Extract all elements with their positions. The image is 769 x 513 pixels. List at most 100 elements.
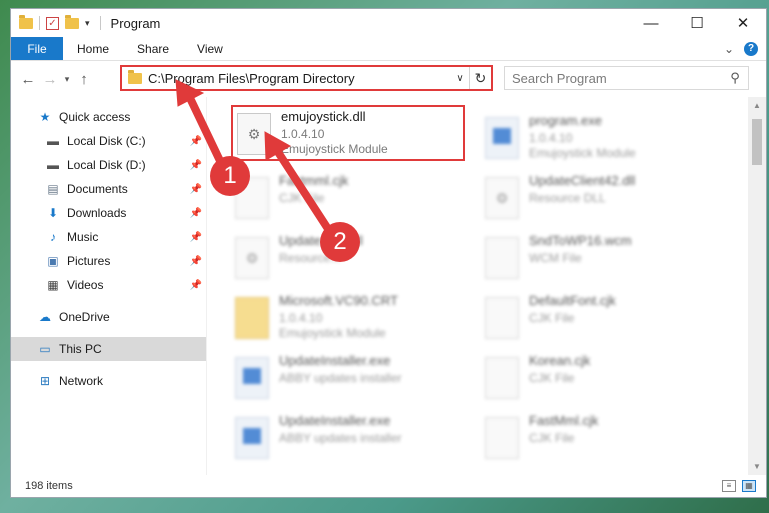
documents-icon: ▤	[47, 182, 59, 196]
up-icon[interactable]: ↑	[73, 71, 95, 88]
quick-access-toolbar: ✓ ▾	[19, 14, 90, 30]
file-item[interactable]: UpdateInstaller.exe ABBY updates install…	[235, 351, 471, 407]
sidebar-item-downloads[interactable]: ⬇ Downloads 📌	[11, 201, 206, 225]
help-icon[interactable]: ?	[744, 41, 758, 56]
sidebar-item-label: OneDrive	[59, 310, 110, 324]
pin-icon: 📌	[189, 135, 202, 147]
file-item[interactable]: UpdateInstaller.exe ABBY updates install…	[235, 411, 471, 467]
pin-icon: 📌	[189, 183, 202, 195]
file-item[interactable]: DefaultFont.cjk CJK File	[485, 291, 721, 347]
exe-file-icon	[235, 417, 269, 459]
back-icon[interactable]: ←	[17, 71, 39, 88]
tab-view[interactable]: View	[183, 37, 237, 60]
refresh-icon[interactable]: ↻	[469, 67, 491, 89]
file-description: Emujoystick Module	[529, 146, 636, 160]
navigation-pane: ★ Quick access ▬ Local Disk (C:) 📌 ▬ Loc…	[11, 97, 207, 475]
file-item[interactable]: program.exe 1.0.4.10 Emujoystick Module	[485, 111, 721, 167]
tab-share[interactable]: Share	[123, 37, 183, 60]
file-type: CJK File	[279, 191, 325, 205]
file-item[interactable]: Fastmml.cjk CJK File	[235, 171, 471, 227]
chevron-down-icon[interactable]: ∨	[451, 73, 469, 84]
pin-icon: 📌	[189, 279, 202, 291]
sidebar-item-network[interactable]: ⊞ Network	[11, 369, 206, 393]
file-type: CJK File	[529, 371, 575, 385]
file-description: Emujoystick Module	[281, 142, 388, 156]
minimize-button[interactable]: —	[628, 9, 674, 37]
sidebar-item-videos[interactable]: ▦ Videos 📌	[11, 273, 206, 297]
file-item[interactable]: ⚙ UpdateClient42.dll Resource DLL	[485, 171, 721, 227]
sidebar-item-quick-access[interactable]: ★ Quick access	[11, 105, 206, 129]
recent-locations-icon[interactable]: ▾	[61, 74, 73, 85]
sidebar-item-label: Local Disk (D:)	[67, 158, 146, 172]
ribbon-tabs: File Home Share View ⌄ ?	[11, 37, 766, 61]
title-divider	[99, 16, 101, 30]
computer-icon: ▭	[39, 342, 51, 356]
drive-icon: ▬	[47, 158, 59, 172]
scroll-thumb[interactable]	[752, 119, 762, 165]
file-version: 1.0.4.10	[281, 127, 325, 141]
sidebar-item-label: Videos	[67, 278, 104, 292]
sidebar-item-music[interactable]: ♪ Music 📌	[11, 225, 206, 249]
address-path[interactable]: C:\Program Files\Program Directory	[148, 71, 451, 86]
tiles-view-icon[interactable]: ▦	[742, 480, 756, 492]
file-version: 1.0.4.10	[279, 311, 323, 325]
callout-badge-1: 1	[210, 156, 250, 196]
sidebar-item-documents[interactable]: ▤ Documents 📌	[11, 177, 206, 201]
maximize-button[interactable]: ☐	[674, 9, 720, 37]
forward-icon[interactable]: →	[39, 71, 61, 88]
file-item[interactable]: FastMml.cjk CJK File	[485, 411, 721, 467]
tab-home[interactable]: Home	[63, 37, 123, 60]
sidebar-item-pictures[interactable]: ▣ Pictures 📌	[11, 249, 206, 273]
file-item-emujoystick-dll[interactable]: ⚙ emujoystick.dll 1.0.4.10 Emujoystick M…	[231, 105, 465, 161]
status-bar: 198 items ≡ ▦	[11, 475, 766, 497]
exe-file-icon	[235, 357, 269, 399]
videos-icon: ▦	[47, 278, 59, 292]
file-name: program.exe	[529, 113, 602, 128]
sidebar-item-label: Quick access	[59, 110, 131, 124]
file-name: DefaultFont.cjk	[529, 293, 616, 308]
tab-file[interactable]: File	[11, 37, 63, 60]
view-switcher: ≡ ▦	[722, 480, 766, 492]
file-version: 1.0.4.10	[529, 131, 573, 145]
file-name: FastMml.cjk	[529, 413, 599, 428]
explorer-window: ✓ ▾ Program — ☐ ✕ File Home Share View ⌄…	[10, 8, 767, 498]
file-item[interactable]: Microsoft.VC90.CRT 1.0.4.10 Emujoystick …	[235, 291, 471, 347]
window-controls: — ☐ ✕	[628, 9, 766, 37]
folder-icon	[235, 297, 269, 339]
search-input[interactable]: Search Program ⚲	[504, 66, 749, 90]
expand-ribbon-icon[interactable]: ⌄	[724, 42, 734, 56]
downloads-icon: ⬇	[47, 206, 59, 220]
file-type: Resource DLL	[529, 191, 606, 205]
file-description: Emujoystick Module	[279, 326, 386, 340]
file-name: Korean.cjk	[529, 353, 591, 368]
file-item[interactable]: SndToWP16.wcm WCM File	[485, 231, 721, 287]
file-name: emujoystick.dll	[281, 109, 366, 124]
scroll-down-icon[interactable]: ▼	[748, 462, 766, 471]
search-icon[interactable]: ⚲	[722, 70, 748, 86]
sidebar-item-onedrive[interactable]: ☁ OneDrive	[11, 305, 206, 329]
file-name: SndToWP16.wcm	[529, 233, 632, 248]
address-bar[interactable]: C:\Program Files\Program Directory ∨ ↻	[120, 65, 493, 91]
sidebar-item-this-pc[interactable]: ▭ This PC	[11, 337, 206, 361]
file-icon	[485, 237, 519, 279]
sidebar-item-local-disk-c[interactable]: ▬ Local Disk (C:) 📌	[11, 129, 206, 153]
file-type: CJK File	[529, 431, 575, 445]
new-folder-icon[interactable]	[65, 14, 79, 29]
sidebar-item-local-disk-d[interactable]: ▬ Local Disk (D:) 📌	[11, 153, 206, 177]
folder-icon[interactable]	[19, 14, 33, 29]
customize-toolbar-icon[interactable]: ▾	[85, 18, 90, 29]
properties-icon[interactable]: ✓	[46, 16, 59, 30]
file-item[interactable]: Korean.cjk CJK File	[485, 351, 721, 407]
window-title: Program	[110, 15, 161, 31]
close-button[interactable]: ✕	[720, 9, 766, 37]
pin-icon: 📌	[189, 207, 202, 219]
details-view-icon[interactable]: ≡	[722, 480, 736, 492]
file-name: Fastmml.cjk	[279, 173, 349, 188]
vertical-scrollbar[interactable]: ▲ ▼	[748, 97, 766, 475]
pictures-icon: ▣	[47, 254, 59, 268]
title-bar: ✓ ▾ Program — ☐ ✕	[11, 9, 766, 37]
sidebar-item-label: Downloads	[67, 206, 127, 220]
scroll-up-icon[interactable]: ▲	[748, 101, 766, 110]
main-area: ★ Quick access ▬ Local Disk (C:) 📌 ▬ Loc…	[11, 97, 766, 475]
navigation-bar: ← → ▾ ↑ C:\Program Files\Program Directo…	[11, 61, 766, 97]
